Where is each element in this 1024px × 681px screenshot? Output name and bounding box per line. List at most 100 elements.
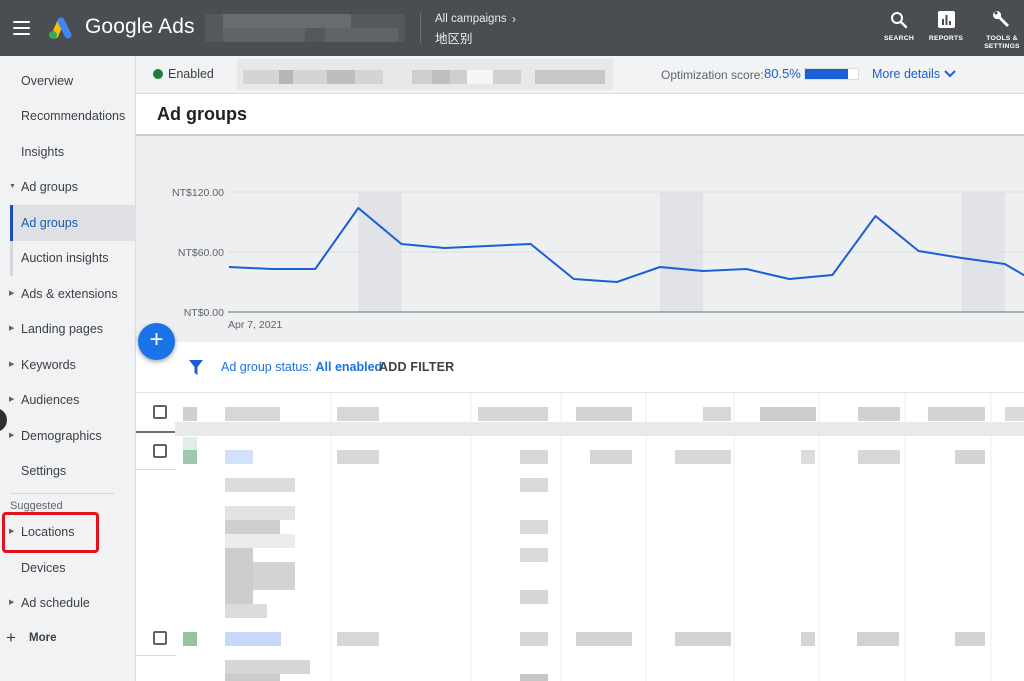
header-divider bbox=[420, 13, 421, 43]
row-border bbox=[136, 469, 176, 470]
redacted-block bbox=[337, 632, 379, 646]
breadcrumb-all-campaigns[interactable]: All campaigns bbox=[435, 13, 507, 25]
campaign-status[interactable]: Enabled bbox=[168, 67, 214, 81]
sidebar-item-settings[interactable]: Settings bbox=[0, 458, 135, 484]
data-point bbox=[355, 205, 361, 211]
redacted-block bbox=[225, 506, 295, 520]
caret-right-icon: ▶ bbox=[9, 325, 15, 332]
sidebar-item-devices[interactable]: Devices bbox=[0, 555, 135, 581]
redacted-block bbox=[520, 632, 548, 646]
data-point bbox=[571, 276, 577, 282]
sidebar-item-insights[interactable]: Insights bbox=[0, 139, 135, 165]
breadcrumb-current-campaign: 地区别 bbox=[435, 32, 473, 46]
redacted-block bbox=[590, 450, 632, 464]
y-tick-label: NT$60.00 bbox=[178, 247, 224, 259]
filter-label: Ad group status: bbox=[221, 360, 313, 374]
redacted-block bbox=[225, 534, 295, 548]
sidebar-item-ad-groups[interactable]: Ad groups bbox=[0, 210, 135, 236]
top-app-bar: Google Ads All campaigns › 地区别 SEARCH RE… bbox=[0, 0, 1024, 56]
redacted-block bbox=[703, 407, 731, 421]
sidebar-item-ad-schedule[interactable]: ▶ Ad schedule bbox=[0, 590, 135, 616]
select-all-checkbox[interactable] bbox=[153, 405, 167, 419]
optimization-score-value[interactable]: 80.5% bbox=[764, 66, 801, 81]
redacted-block bbox=[1005, 407, 1024, 421]
status-dot bbox=[183, 632, 197, 646]
sidebar-item-ad-groups-group[interactable]: ▼ Ad groups bbox=[0, 174, 135, 200]
reports-button[interactable]: REPORTS bbox=[926, 0, 966, 56]
status-dot bbox=[183, 450, 197, 464]
filter-icon[interactable] bbox=[189, 360, 203, 375]
redacted-block bbox=[225, 478, 295, 492]
redacted-block bbox=[223, 14, 351, 28]
caret-down-icon: ▼ bbox=[9, 183, 16, 190]
chevron-down-icon[interactable] bbox=[944, 69, 956, 79]
redacted-block bbox=[576, 632, 632, 646]
redacted-block bbox=[225, 674, 280, 681]
column-divider bbox=[560, 393, 562, 681]
redacted-block bbox=[520, 674, 548, 681]
ad-group-name-redacted[interactable] bbox=[225, 450, 253, 464]
redacted-block bbox=[327, 70, 355, 84]
redacted-block bbox=[243, 70, 383, 84]
column-divider bbox=[904, 393, 906, 681]
account-name-redacted[interactable] bbox=[205, 14, 405, 42]
status-dot bbox=[183, 437, 197, 450]
column-divider bbox=[470, 393, 472, 681]
redacted-block bbox=[337, 407, 379, 421]
sidebar-item-label: Keywords bbox=[21, 358, 76, 372]
data-point bbox=[700, 268, 706, 274]
more-details-link[interactable]: More details bbox=[872, 67, 940, 81]
column-divider bbox=[645, 393, 647, 681]
add-ad-group-button[interactable]: + bbox=[138, 323, 175, 360]
sidebar-item-audiences[interactable]: ▶ Audiences bbox=[0, 387, 135, 413]
sidebar-item-label: Devices bbox=[21, 561, 66, 575]
data-point bbox=[485, 243, 491, 249]
redacted-block bbox=[225, 604, 267, 618]
redacted-block bbox=[253, 562, 295, 590]
redacted-block bbox=[337, 450, 379, 464]
filter-value: All enabled bbox=[315, 360, 383, 374]
more-label: More bbox=[29, 632, 57, 644]
sidebar-item-auction-insights[interactable]: Auction insights bbox=[0, 245, 135, 271]
plus-icon: + bbox=[6, 628, 16, 647]
data-point bbox=[743, 266, 749, 272]
redacted-block bbox=[478, 407, 548, 421]
redacted-block bbox=[857, 632, 899, 646]
data-point bbox=[829, 272, 835, 278]
optimization-score-bar-fill bbox=[805, 69, 848, 79]
sidebar-more-button[interactable]: + More bbox=[0, 625, 135, 651]
reports-icon bbox=[938, 11, 955, 28]
redacted-block bbox=[305, 28, 325, 42]
redacted-block bbox=[675, 450, 731, 464]
column-divider bbox=[818, 393, 820, 681]
redacted-block bbox=[432, 70, 450, 84]
sidebar-item-overview[interactable]: Overview bbox=[0, 68, 135, 94]
sidebar-item-ads-extensions[interactable]: ▶ Ads & extensions bbox=[0, 281, 135, 307]
row-checkbox[interactable] bbox=[153, 444, 167, 458]
redacted-block bbox=[467, 70, 493, 84]
tools-settings-button[interactable]: TOOLS & SETTINGS bbox=[981, 0, 1023, 56]
ad-group-name-redacted[interactable] bbox=[225, 632, 281, 646]
table-header-border bbox=[136, 431, 176, 433]
sidebar-item-landing-pages[interactable]: ▶ Landing pages bbox=[0, 316, 135, 342]
highlight-annotation-box bbox=[2, 512, 99, 553]
add-filter-button[interactable]: ADD FILTER bbox=[379, 360, 454, 374]
redacted-block bbox=[928, 407, 985, 421]
redacted-block bbox=[801, 632, 815, 646]
status-filter-chip[interactable]: Ad group status: All enabled bbox=[221, 360, 382, 374]
search-button[interactable]: SEARCH bbox=[879, 0, 919, 56]
redacted-block bbox=[520, 590, 548, 604]
menu-icon[interactable] bbox=[13, 21, 30, 35]
row-checkbox[interactable] bbox=[153, 631, 167, 645]
suggested-heading: Suggested bbox=[10, 500, 63, 512]
caret-right-icon: ▶ bbox=[9, 432, 15, 439]
line-chart: NT$0.00 NT$60.00 NT$120.00 Apr 7, 2021 bbox=[172, 187, 1024, 331]
sidebar-item-demographics[interactable]: ▶ Demographics bbox=[0, 423, 135, 449]
google-ads-logo-icon[interactable] bbox=[45, 15, 75, 41]
data-point bbox=[1002, 261, 1008, 267]
redacted-block bbox=[801, 450, 815, 464]
sidebar-item-recommendations[interactable]: Recommendations bbox=[0, 103, 135, 129]
tools-label-line1: TOOLS & bbox=[986, 35, 1018, 42]
sidebar-item-keywords[interactable]: ▶ Keywords bbox=[0, 352, 135, 378]
optimization-score-bar bbox=[804, 68, 859, 80]
